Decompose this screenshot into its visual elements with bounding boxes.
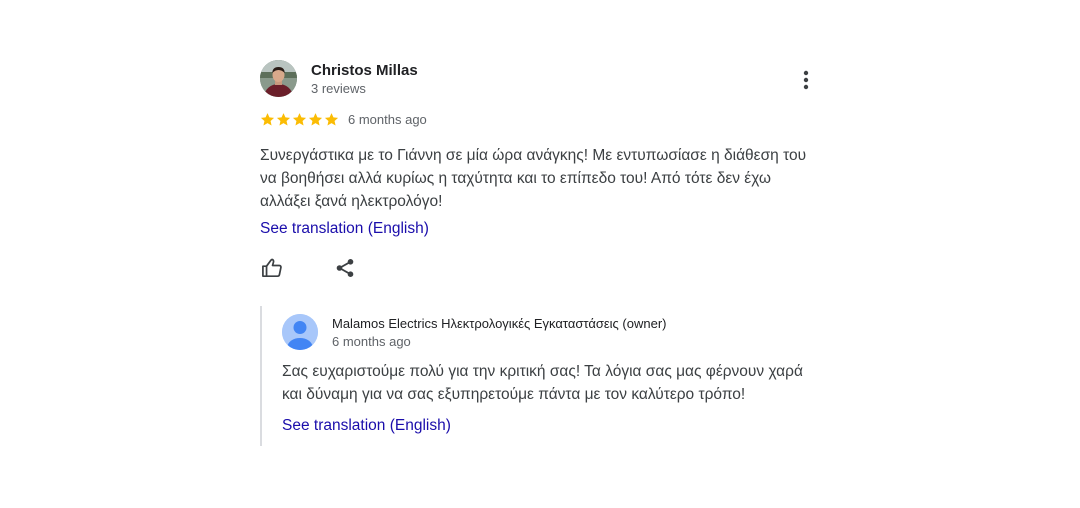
more-vert-icon: [803, 70, 809, 90]
reviewer-avatar[interactable]: [260, 60, 297, 97]
rating-row: 6 months ago: [260, 110, 427, 128]
reviewer-review-count: 3 reviews: [311, 81, 366, 96]
review-text: Συνεργάστικα με το Γιάννη σε μία ώρα ανά…: [260, 147, 807, 210]
like-button[interactable]: [260, 256, 284, 280]
see-translation-link[interactable]: See translation (English): [260, 220, 429, 238]
share-icon: [336, 259, 354, 277]
star-icon: [260, 112, 275, 125]
owner-avatar: [282, 314, 318, 350]
share-button[interactable]: [333, 256, 357, 280]
owner-response-date: 6 months ago: [332, 334, 411, 349]
more-options-button[interactable]: [792, 66, 820, 94]
reviewer-name[interactable]: Christos Millas: [311, 62, 418, 79]
owner-response: Malamos Electrics Ηλεκτρολογικές Εγκατασ…: [260, 306, 832, 446]
star-icon: [276, 112, 291, 125]
star-rating: [260, 110, 339, 128]
review-date: 6 months ago: [348, 111, 427, 127]
owner-name: Malamos Electrics Ηλεκτρολογικές Εγκατασ…: [332, 316, 667, 331]
person-icon: [282, 314, 318, 350]
star-icon: [292, 112, 307, 125]
star-icon: [308, 112, 323, 125]
star-icon: [324, 112, 339, 125]
owner-response-text: Σας ευχαριστούμε πολύ για την κριτική σα…: [282, 363, 803, 403]
reviewer-photo: [260, 60, 297, 97]
owner-see-translation-link[interactable]: See translation (English): [282, 417, 451, 435]
thumb-up-icon: [262, 258, 282, 278]
